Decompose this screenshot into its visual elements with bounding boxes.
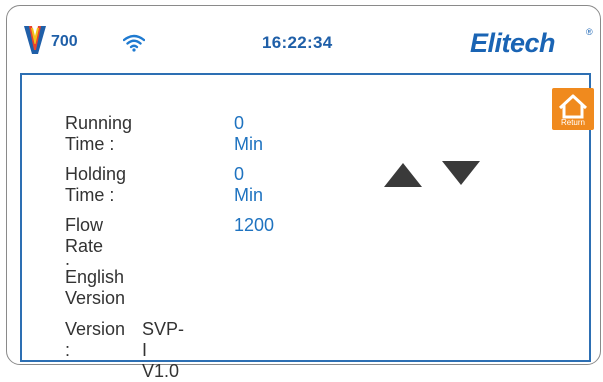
device-screen: 700 16:22:34 Elitech ® Running Time : 0 … — [6, 5, 601, 381]
version-value: SVP-I V1.0 — [142, 319, 185, 381]
arrow-up-icon[interactable] — [384, 163, 422, 187]
return-label: Return — [560, 118, 585, 127]
version-label: Version : — [65, 319, 126, 360]
running-time-value[interactable]: 0 Min — [234, 113, 263, 155]
brand-logo: Elitech — [470, 28, 556, 58]
device-model: 700 — [51, 33, 78, 50]
holding-time-value[interactable]: 0 Min — [234, 164, 263, 206]
clock: 16:22:34 — [262, 33, 333, 52]
holding-time-label: Holding Time : — [65, 164, 127, 205]
v-logo-icon — [24, 26, 46, 54]
return-button[interactable]: Return — [552, 88, 594, 130]
running-time-label: Running Time : — [65, 113, 133, 154]
language-option[interactable]: English Version — [65, 267, 125, 309]
registered-mark: ® — [586, 27, 593, 37]
info-panel: Running Time : 0 Min Holding Time : 0 Mi… — [20, 73, 594, 381]
arrow-down-icon[interactable] — [442, 161, 480, 185]
status-bar: 700 16:22:34 Elitech ® — [7, 6, 600, 72]
wifi-icon — [123, 34, 145, 52]
flow-rate-value[interactable]: 1200 — [234, 215, 274, 236]
